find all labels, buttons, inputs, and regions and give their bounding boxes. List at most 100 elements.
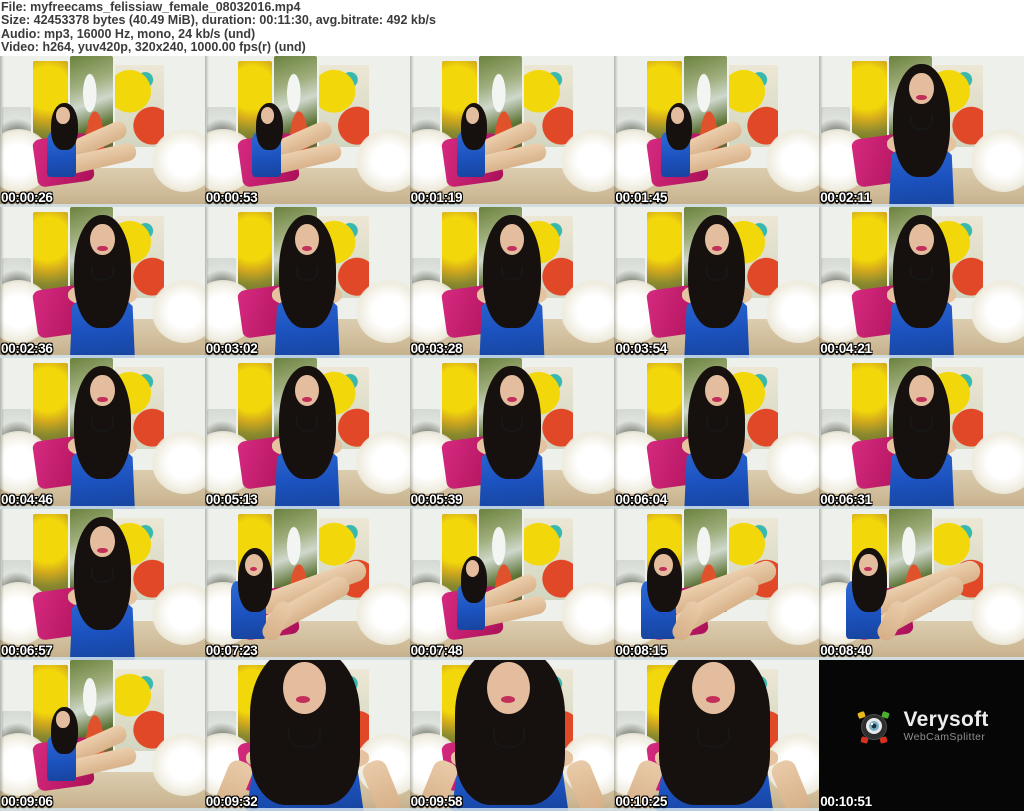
- timestamp-overlay: 00:06:31: [820, 492, 872, 507]
- fluffy-pillow-right: [356, 279, 410, 343]
- thumbnail-grid: 00:00:26 00:00:53 00:01:19 00:01:45 00:0…: [0, 56, 1024, 811]
- face-shape: [654, 553, 673, 577]
- video-thumbnail: 00:03:02: [204, 207, 410, 358]
- frame-left-edge: [409, 660, 414, 811]
- necklace-shape: [910, 265, 933, 281]
- timestamp-overlay: 00:03:02: [205, 341, 258, 356]
- frame-left-edge: [409, 56, 414, 207]
- timestamp-overlay: 00:06:57: [1, 643, 53, 658]
- video-thumbnail: 00:09:32: [204, 660, 410, 811]
- webcam-splitter-logo: Verysoft WebCamSplitter: [819, 660, 1024, 811]
- timestamp-overlay: 00:00:53: [205, 190, 258, 205]
- timestamp-overlay: 00:00:26: [1, 190, 53, 205]
- logo-brand-text: Verysoft: [903, 708, 989, 731]
- video-thumbnail: 00:10:25: [614, 660, 820, 811]
- video-contact-sheet: File: myfreecams_felissiaw_female_080320…: [0, 0, 1024, 811]
- timestamp-overlay: 00:06:04: [615, 492, 668, 507]
- necklace-shape: [910, 114, 933, 130]
- video-thumbnail: Verysoft WebCamSplitter 00:10:51: [819, 660, 1024, 811]
- video-thumbnail: 00:02:11: [819, 56, 1024, 207]
- video-thumbnail: 00:00:26: [0, 56, 205, 207]
- webcam-logo-icon: [858, 710, 890, 743]
- timestamp-overlay: 00:09:06: [1, 794, 53, 809]
- necklace-shape: [492, 727, 526, 748]
- frame-left-edge: [204, 56, 209, 207]
- frame-left-edge: [614, 358, 619, 509]
- lips-shape: [705, 696, 720, 704]
- video-thumbnail: 00:06:57: [0, 509, 205, 660]
- video-thumbnail: 00:08:40: [819, 509, 1024, 660]
- video-thumbnail: 00:01:19: [409, 56, 615, 207]
- fluffy-pillow-right: [356, 430, 410, 494]
- lips-shape: [916, 94, 927, 100]
- timestamp-overlay: 00:01:45: [615, 190, 668, 205]
- lips-shape: [916, 396, 927, 402]
- face-shape: [465, 107, 480, 124]
- timestamp-overlay: 00:10:25: [615, 794, 668, 809]
- lips-shape: [97, 396, 108, 402]
- timestamp-overlay: 00:04:21: [820, 341, 872, 356]
- frame-left-edge: [614, 56, 619, 207]
- timestamp-overlay: 00:08:40: [820, 643, 872, 658]
- necklace-shape: [287, 727, 321, 748]
- face-shape: [465, 560, 480, 577]
- timestamp-overlay: 00:07:48: [410, 643, 463, 658]
- video-info-line: Video: h264, yuv420p, 320x240, 1000.00 f…: [1, 40, 306, 55]
- necklace-shape: [91, 265, 114, 281]
- frame-left-edge: [409, 358, 414, 509]
- frame-left-edge: [204, 660, 209, 811]
- frame-left-edge: [614, 207, 619, 358]
- frame-left-edge: [819, 358, 824, 509]
- frame-left-edge: [0, 56, 5, 207]
- frame-left-edge: [819, 56, 824, 207]
- timestamp-overlay: 00:09:32: [205, 794, 258, 809]
- timestamp-overlay: 00:10:51: [820, 794, 872, 809]
- face-shape: [859, 553, 878, 577]
- video-thumbnail: 00:01:45: [614, 56, 820, 207]
- lips-shape: [916, 245, 927, 251]
- video-thumbnail: 00:05:13: [204, 358, 410, 509]
- video-thumbnail: 00:04:46: [0, 358, 205, 509]
- timestamp-overlay: 00:05:13: [205, 492, 258, 507]
- media-info-header: File: myfreecams_felissiaw_female_080320…: [0, 0, 1024, 56]
- lips-shape: [711, 245, 722, 251]
- timestamp-overlay: 00:09:58: [410, 794, 463, 809]
- video-thumbnail: 00:04:21: [819, 207, 1024, 358]
- video-thumbnail: 00:05:39: [409, 358, 615, 509]
- file-size-line: Size: 42453378 bytes (40.49 MiB), durati…: [1, 13, 436, 28]
- face-shape: [244, 553, 264, 577]
- video-thumbnail: 00:07:48: [409, 509, 615, 660]
- necklace-shape: [910, 416, 933, 432]
- frame-left-edge: [204, 207, 209, 358]
- face-shape: [56, 711, 70, 728]
- video-thumbnail: 00:03:54: [614, 207, 820, 358]
- video-thumbnail: 00:02:36: [0, 207, 205, 358]
- frame-left-edge: [0, 509, 5, 660]
- video-thumbnail: 00:06:31: [819, 358, 1024, 509]
- lips-shape: [97, 547, 108, 553]
- video-thumbnail: 00:00:53: [204, 56, 410, 207]
- frame-left-edge: [614, 509, 619, 660]
- timestamp-overlay: 00:07:23: [205, 643, 258, 658]
- necklace-shape: [500, 265, 524, 281]
- timestamp-overlay: 00:05:39: [410, 492, 463, 507]
- face-shape: [56, 107, 70, 124]
- video-thumbnail: 00:07:23: [204, 509, 410, 660]
- video-thumbnail: 00:09:06: [0, 660, 205, 811]
- video-thumbnail: 00:08:15: [614, 509, 820, 660]
- video-thumbnail: 00:09:58: [409, 660, 615, 811]
- necklace-shape: [91, 567, 114, 583]
- file-name-line: File: myfreecams_felissiaw_female_080320…: [1, 0, 301, 14]
- face-shape: [692, 661, 736, 715]
- frame-left-edge: [0, 207, 5, 358]
- lips-shape: [506, 396, 518, 402]
- audio-info-line: Audio: mp3, 16000 Hz, mono, 24 kb/s (und…: [1, 26, 256, 41]
- frame-left-edge: [409, 509, 414, 660]
- necklace-shape: [705, 416, 729, 432]
- necklace-shape: [705, 265, 729, 281]
- necklace-shape: [500, 416, 524, 432]
- lips-shape: [302, 245, 313, 251]
- frame-left-edge: [614, 660, 619, 811]
- necklace-shape: [91, 416, 114, 432]
- timestamp-overlay: 00:02:36: [1, 341, 53, 356]
